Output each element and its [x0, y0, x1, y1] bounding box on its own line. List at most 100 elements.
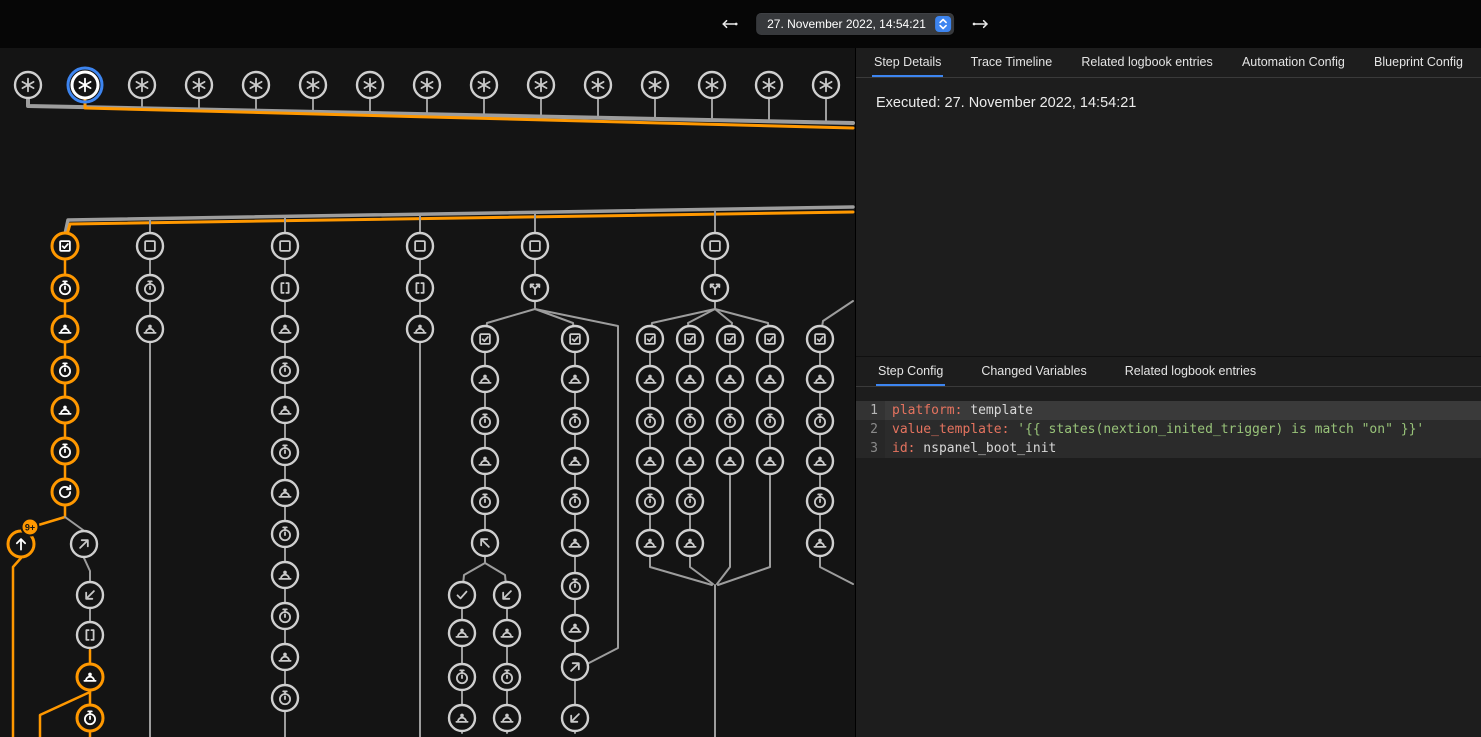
trace-node-checkbox[interactable]	[637, 326, 663, 352]
trace-node-service[interactable]	[562, 366, 588, 392]
trace-node-service[interactable]	[407, 316, 433, 342]
trace-node-timer[interactable]	[272, 521, 298, 547]
trace-node-checkbox[interactable]	[807, 326, 833, 352]
trace-node-timer[interactable]	[52, 357, 78, 383]
trace-node-checkbox[interactable]	[472, 326, 498, 352]
trace-node-service[interactable]	[272, 644, 298, 670]
trace-node-service[interactable]	[562, 615, 588, 641]
trace-node-checkbox[interactable]	[677, 326, 703, 352]
trace-node-asterisk[interactable]	[813, 72, 839, 98]
trace-node-timer[interactable]	[449, 664, 475, 690]
trace-node-timer[interactable]	[677, 488, 703, 514]
trace-node-asterisk[interactable]	[471, 72, 497, 98]
trace-node-asterisk[interactable]	[756, 72, 782, 98]
trace-node-timer[interactable]	[52, 275, 78, 301]
trace-node-asterisk[interactable]	[68, 68, 102, 102]
trace-node-timer[interactable]	[637, 408, 663, 434]
trace-node-timer[interactable]	[637, 488, 663, 514]
trace-node-brackets[interactable]	[77, 622, 103, 648]
trace-node-timer[interactable]	[494, 664, 520, 690]
trace-node-square[interactable]	[407, 233, 433, 259]
trace-node-checkbox[interactable]	[757, 326, 783, 352]
trace-node-timer[interactable]	[472, 408, 498, 434]
trace-node-service[interactable]	[449, 705, 475, 731]
trace-node-asterisk[interactable]	[642, 72, 668, 98]
trace-node-arrow-dl[interactable]	[77, 582, 103, 608]
trace-node-arrow-ur[interactable]	[562, 654, 588, 680]
trace-node-arrow-dl[interactable]	[562, 705, 588, 731]
previous-trace-button[interactable]	[717, 12, 741, 36]
trace-node-square[interactable]	[272, 233, 298, 259]
trace-node-service[interactable]	[77, 664, 103, 690]
tab-related-logbook-entries[interactable]: Related logbook entries	[1079, 48, 1214, 77]
trace-node-service[interactable]	[757, 448, 783, 474]
trace-node-service[interactable]	[272, 316, 298, 342]
trace-node-timer[interactable]	[807, 488, 833, 514]
trace-node-service[interactable]	[137, 316, 163, 342]
trace-node-arrow-dl[interactable]	[494, 582, 520, 608]
trace-node-asterisk[interactable]	[300, 72, 326, 98]
trace-node-timer[interactable]	[562, 573, 588, 599]
trace-node-service[interactable]	[272, 480, 298, 506]
tab-trace-timeline[interactable]: Trace Timeline	[969, 48, 1055, 77]
trace-node-timer[interactable]	[137, 275, 163, 301]
tab-related-logbook-entries[interactable]: Related logbook entries	[1123, 357, 1258, 386]
trace-node-arrow-ul[interactable]	[472, 530, 498, 556]
trace-node-timer[interactable]	[77, 705, 103, 731]
step-config-editor[interactable]: 1platform: template2value_template: '{{ …	[856, 401, 1481, 458]
trace-node-timer[interactable]	[717, 408, 743, 434]
trace-node-service[interactable]	[757, 366, 783, 392]
trace-node-asterisk[interactable]	[414, 72, 440, 98]
trace-node-check[interactable]	[449, 582, 475, 608]
trace-node-repeat[interactable]	[52, 479, 78, 505]
trace-node-service[interactable]	[272, 397, 298, 423]
trace-node-timer[interactable]	[562, 488, 588, 514]
trace-node-service[interactable]	[637, 530, 663, 556]
tab-step-config[interactable]: Step Config	[876, 357, 945, 386]
trace-node-timer[interactable]	[272, 357, 298, 383]
trace-node-square[interactable]	[137, 233, 163, 259]
trace-node-service[interactable]	[562, 448, 588, 474]
trace-node-timer[interactable]	[272, 603, 298, 629]
trace-node-timer[interactable]	[472, 488, 498, 514]
trace-node-service[interactable]	[52, 316, 78, 342]
trace-node-service[interactable]	[807, 366, 833, 392]
trace-node-asterisk[interactable]	[15, 72, 41, 98]
tab-step-details[interactable]: Step Details	[872, 48, 943, 77]
trace-node-service[interactable]	[717, 366, 743, 392]
trace-node-checkbox[interactable]	[562, 326, 588, 352]
trace-node-timer[interactable]	[677, 408, 703, 434]
trace-node-service[interactable]	[677, 448, 703, 474]
trace-graph[interactable]: 9+	[0, 0, 855, 737]
trace-node-asterisk[interactable]	[699, 72, 725, 98]
trace-node-square[interactable]	[522, 233, 548, 259]
trace-node-split[interactable]	[522, 275, 548, 301]
trace-node-timer[interactable]	[807, 408, 833, 434]
trace-node-asterisk[interactable]	[243, 72, 269, 98]
trace-node-service[interactable]	[272, 562, 298, 588]
trace-node-checkbox[interactable]	[717, 326, 743, 352]
trace-node-asterisk[interactable]	[357, 72, 383, 98]
trace-node-service[interactable]	[637, 448, 663, 474]
trace-node-asterisk[interactable]	[186, 72, 212, 98]
trace-node-service[interactable]	[494, 705, 520, 731]
trace-node-service[interactable]	[807, 448, 833, 474]
trace-node-timer[interactable]	[272, 685, 298, 711]
trace-node-asterisk[interactable]	[129, 72, 155, 98]
tab-blueprint-config[interactable]: Blueprint Config	[1372, 48, 1465, 77]
trace-node-service[interactable]	[677, 530, 703, 556]
trace-node-timer[interactable]	[562, 408, 588, 434]
next-trace-button[interactable]	[969, 12, 993, 36]
tab-automation-config[interactable]: Automation Config	[1240, 48, 1347, 77]
trace-node-service[interactable]	[637, 366, 663, 392]
trace-run-select[interactable]: 27. November 2022, 14:54:21	[756, 13, 954, 35]
trace-node-service[interactable]	[52, 397, 78, 423]
trace-node-timer[interactable]	[272, 439, 298, 465]
trace-node-square[interactable]	[702, 233, 728, 259]
trace-node-checkbox[interactable]	[52, 233, 78, 259]
trace-node-service[interactable]	[472, 448, 498, 474]
tab-changed-variables[interactable]: Changed Variables	[979, 357, 1088, 386]
trace-node-asterisk[interactable]	[528, 72, 554, 98]
trace-node-service[interactable]	[449, 620, 475, 646]
trace-node-split[interactable]	[702, 275, 728, 301]
